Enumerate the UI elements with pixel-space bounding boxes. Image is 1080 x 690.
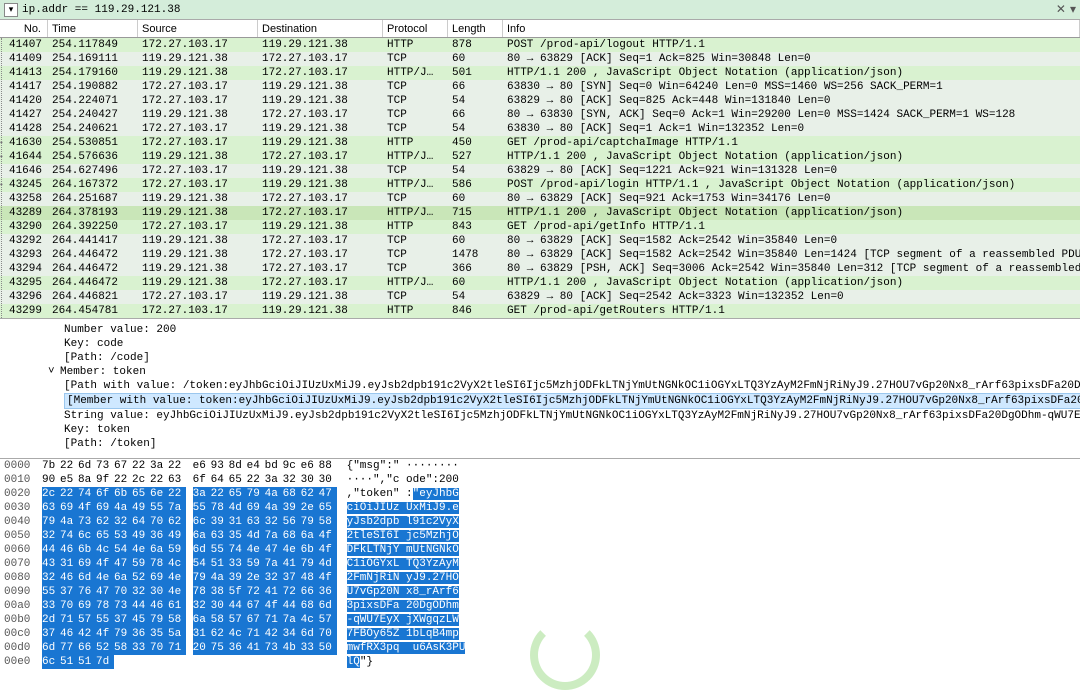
packet-row[interactable]: 41646254.627496172.27.103.17119.29.121.3… bbox=[0, 164, 1080, 178]
packet-row[interactable]: 43295264.446472119.29.121.38172.27.103.1… bbox=[0, 276, 1080, 290]
filter-dropdown-icon[interactable]: ▾ bbox=[1070, 2, 1076, 17]
col-dst[interactable]: Destination bbox=[258, 20, 383, 37]
col-info[interactable]: Info bbox=[503, 20, 1080, 37]
clear-filter-icon[interactable]: ✕ bbox=[1056, 2, 1066, 17]
packet-row[interactable]: 41427254.240427119.29.121.38172.27.103.1… bbox=[0, 108, 1080, 122]
packet-details[interactable]: Number value: 200 Key: code [Path: /code… bbox=[0, 318, 1080, 458]
detail-key-token[interactable]: Key: token bbox=[12, 423, 1080, 437]
packet-row[interactable]: 41409254.169111119.29.121.38172.27.103.1… bbox=[0, 52, 1080, 66]
packet-list[interactable]: No. Time Source Destination Protocol Len… bbox=[0, 20, 1080, 318]
packet-row[interactable]: 41407254.117849172.27.103.17119.29.121.3… bbox=[0, 38, 1080, 52]
packet-row[interactable]: 43290264.392250172.27.103.17119.29.121.3… bbox=[0, 220, 1080, 234]
packet-row[interactable]: 43258264.251687119.29.121.38172.27.103.1… bbox=[0, 192, 1080, 206]
detail-member-with-value[interactable]: [Member with value: token:eyJhbGciOiJIUz… bbox=[12, 393, 1080, 409]
filter-bar[interactable]: ▾ ip.addr == 119.29.121.38 ✕ ▾ bbox=[0, 0, 1080, 20]
hex-offsets: 0000001000200030004000500060007000800090… bbox=[0, 459, 38, 683]
col-proto[interactable]: Protocol bbox=[383, 20, 448, 37]
packet-row[interactable]: 41420254.224071172.27.103.17119.29.121.3… bbox=[0, 94, 1080, 108]
packet-row[interactable]: 43294264.446472119.29.121.38172.27.103.1… bbox=[0, 262, 1080, 276]
col-src[interactable]: Source bbox=[138, 20, 258, 37]
packet-row[interactable]: 41428254.240621172.27.103.17119.29.121.3… bbox=[0, 122, 1080, 136]
hex-bytes[interactable]: 7b226d7367223a22 e6938de4bd9ce68890e58a9… bbox=[38, 459, 337, 683]
packet-row[interactable]: 41413254.179160119.29.121.38172.27.103.1… bbox=[0, 66, 1080, 80]
expand-caret-icon[interactable]: ˅ bbox=[48, 365, 60, 379]
packet-row[interactable]: 43296264.446821172.27.103.17119.29.121.3… bbox=[0, 290, 1080, 304]
detail-path-with-value[interactable]: [Path with value: /token:eyJhbGciOiJIUzU… bbox=[12, 379, 1080, 393]
packet-row[interactable]: 41417254.190882172.27.103.17119.29.121.3… bbox=[0, 80, 1080, 94]
filter-bookmark-dropdown[interactable]: ▾ bbox=[4, 3, 18, 17]
col-time[interactable]: Time bbox=[48, 20, 138, 37]
loading-swirl-icon bbox=[530, 620, 600, 690]
packet-row[interactable]: 41644254.576636119.29.121.38172.27.103.1… bbox=[0, 150, 1080, 164]
packet-row[interactable]: 43292264.441417119.29.121.38172.27.103.1… bbox=[0, 234, 1080, 248]
packet-row[interactable]: 43245264.167372172.27.103.17119.29.121.3… bbox=[0, 178, 1080, 192]
detail-key-code[interactable]: Key: code bbox=[12, 337, 1080, 351]
detail-path-code[interactable]: [Path: /code] bbox=[12, 351, 1080, 365]
detail-string-value[interactable]: String value: eyJhbGciOiJIUzUxMiJ9.eyJsb… bbox=[12, 409, 1080, 423]
col-len[interactable]: Length bbox=[448, 20, 503, 37]
col-no[interactable]: No. bbox=[0, 20, 48, 37]
packet-row[interactable]: 43299264.454781172.27.103.17119.29.121.3… bbox=[0, 304, 1080, 318]
detail-member-token[interactable]: ˅Member: token bbox=[12, 365, 1080, 379]
hex-ascii[interactable]: {"msg":" ············","c ode":200,"toke… bbox=[347, 459, 466, 683]
packet-row[interactable]: 43289264.378193119.29.121.38172.27.103.1… bbox=[0, 206, 1080, 220]
packet-header-row: No. Time Source Destination Protocol Len… bbox=[0, 20, 1080, 38]
packet-row[interactable]: 43293264.446472119.29.121.38172.27.103.1… bbox=[0, 248, 1080, 262]
detail-path-token[interactable]: [Path: /token] bbox=[12, 437, 1080, 451]
filter-text[interactable]: ip.addr == 119.29.121.38 bbox=[22, 4, 1052, 16]
detail-number-value[interactable]: Number value: 200 bbox=[12, 323, 1080, 337]
packet-row[interactable]: 41630254.530851172.27.103.17119.29.121.3… bbox=[0, 136, 1080, 150]
